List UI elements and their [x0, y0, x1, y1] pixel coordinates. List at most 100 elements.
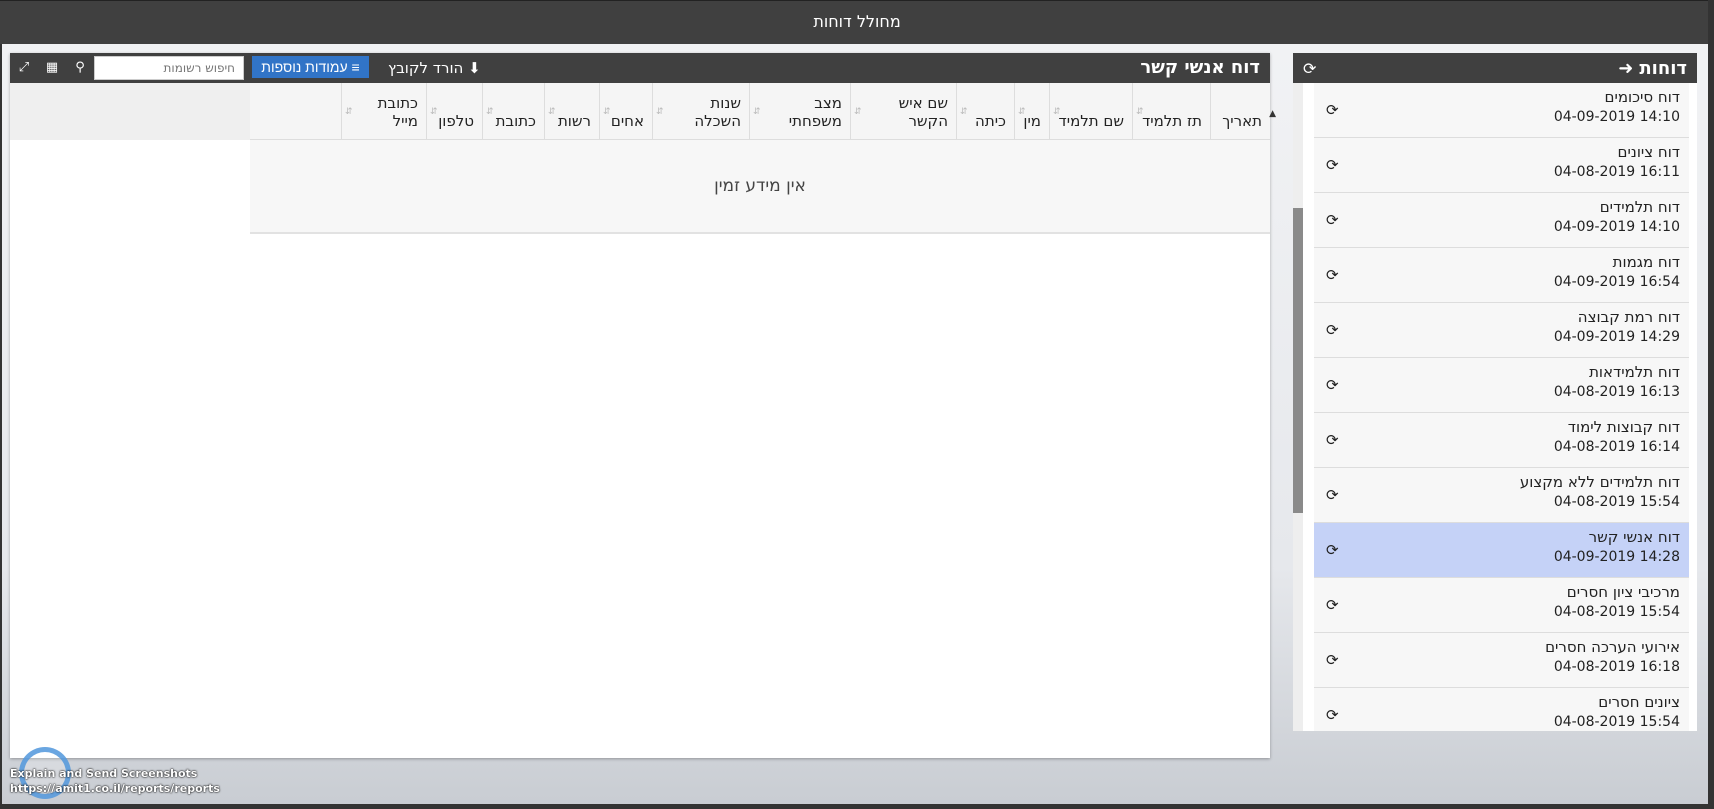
refresh-icon[interactable]: ⟳	[1303, 59, 1316, 78]
report-date: 14:10 04-09-2019	[1553, 109, 1680, 125]
report-name: דוח תלמידאות	[1589, 363, 1680, 381]
refresh-icon[interactable]: ⟳	[1326, 596, 1339, 614]
reports-sidebar: דוחות ➜ ⟳ דוח סיכומים 14:10 04-09-2019 ⟳ דו…	[1293, 53, 1697, 731]
report-date: 15:54 04-08-2019	[1553, 494, 1680, 510]
report-date: 14:29 04-09-2019	[1553, 329, 1680, 345]
search-icon[interactable]: ⚲	[66, 53, 94, 83]
refresh-icon[interactable]: ⟳	[1326, 101, 1339, 119]
empty-state: אין מידע זמין	[250, 140, 1270, 234]
refresh-icon[interactable]: ⟳	[1326, 211, 1339, 229]
window-edge	[0, 44, 2, 809]
column-header-label: מצב משפחתי	[788, 94, 842, 130]
column-header-label: כיתה	[975, 112, 1006, 130]
arrow-right-icon: ➜	[1618, 57, 1634, 79]
column-header[interactable]: טלפון ⇵	[426, 83, 482, 139]
sort-icon: ⇵	[960, 107, 968, 117]
column-header[interactable]: כתובת מייל ⇵	[341, 83, 426, 139]
reports-list: דוח סיכומים 14:10 04-09-2019 ⟳ דוח ציונים 16…	[1314, 83, 1689, 731]
sidebar-header: דוחות ➜ ⟳	[1293, 53, 1697, 83]
column-header-label: תאריך	[1222, 112, 1262, 130]
sort-icon: ⇵	[854, 107, 862, 117]
sort-icon: ⇵	[1136, 107, 1144, 117]
column-header[interactable]: שם תלמיד ⇵	[1049, 83, 1132, 139]
column-header[interactable]: מצב משפחתי ⇵	[749, 83, 850, 139]
report-list-item[interactable]: דוח תלמידאות 16:13 04-08-2019 ⟳	[1314, 358, 1689, 413]
sort-icon: ⇵	[548, 107, 556, 117]
grid-icon[interactable]: ▦	[38, 53, 66, 83]
download-icon: ⬇	[468, 59, 481, 77]
report-list-item[interactable]: דוח מגמות 16:54 04-09-2019 ⟳	[1314, 248, 1689, 303]
report-list-item[interactable]: דוח אנשי קשר 14:28 04-09-2019 ⟳	[1314, 523, 1689, 578]
download-label: הורד לקובץ	[388, 59, 464, 77]
column-header[interactable]: כתובת ⇵	[482, 83, 544, 139]
sort-icon: ⇵	[345, 107, 353, 117]
column-header[interactable]: שנות השכלה ⇵	[652, 83, 749, 139]
refresh-icon[interactable]: ⟳	[1326, 541, 1339, 559]
report-panel: דוח אנשי קשר ⬇ הורד לקובץ ≡ עמודות נוספו…	[10, 53, 1276, 758]
column-header[interactable]: כיתה ⇵	[956, 83, 1014, 139]
report-date: 15:54 04-08-2019	[1553, 714, 1680, 730]
column-header[interactable]: מין ⇵	[1014, 83, 1049, 139]
report-name: ציונים חסרים	[1598, 693, 1680, 711]
sort-icon: ⇵	[656, 107, 664, 117]
column-header-label: שנות השכלה	[694, 94, 741, 130]
report-list-item[interactable]: דוח תלמידים 14:10 04-09-2019 ⟳	[1314, 193, 1689, 248]
refresh-icon[interactable]: ⟳	[1326, 376, 1339, 394]
refresh-icon[interactable]: ⟳	[1326, 266, 1339, 284]
report-date: 16:13 04-08-2019	[1553, 384, 1680, 400]
column-header-label: שם תלמיד	[1058, 112, 1124, 130]
refresh-icon[interactable]: ⟳	[1326, 486, 1339, 504]
column-header[interactable]: רשות ⇵	[544, 83, 599, 139]
screenshot-tool-url: https://amit1.co.il/reports/reports	[10, 782, 220, 795]
refresh-icon[interactable]: ⟳	[1326, 706, 1339, 724]
empty-state-text: אין מידע זמין	[714, 176, 806, 196]
report-list-item[interactable]: אירועי הערכה חסרים 16:18 04-08-2019 ⟳	[1314, 633, 1689, 688]
sort-icon: ⇵	[486, 107, 494, 117]
column-header-label: מין	[1023, 112, 1041, 130]
report-date: 16:14 04-08-2019	[1553, 439, 1680, 455]
report-name: דוח סיכומים	[1604, 88, 1680, 106]
sidebar-scrollbar-thumb[interactable]	[1293, 208, 1303, 513]
sidebar-title[interactable]: דוחות ➜	[1618, 58, 1687, 79]
report-toolbar: דוח אנשי קשר ⬇ הורד לקובץ ≡ עמודות נוספו…	[10, 53, 1270, 83]
refresh-icon[interactable]: ⟳	[1326, 651, 1339, 669]
more-columns-button[interactable]: ≡ עמודות נוספות	[252, 56, 369, 78]
sidebar-scrollbar[interactable]	[1293, 83, 1303, 731]
column-header[interactable]: שם איש הקשר ⇵	[850, 83, 956, 139]
column-header-label: תז תלמיד	[1142, 112, 1202, 130]
report-list-item[interactable]: מרכיבי ציון חסרים 15:54 04-08-2019 ⟳	[1314, 578, 1689, 633]
report-list-item[interactable]: דוח סיכומים 14:10 04-09-2019 ⟳	[1314, 83, 1689, 138]
app-title-bar: מחולל דוחות	[0, 0, 1714, 44]
report-list-item[interactable]: דוח רמת קבוצה 14:29 04-09-2019 ⟳	[1314, 303, 1689, 358]
window-edge	[0, 804, 1714, 809]
refresh-icon[interactable]: ⟳	[1326, 321, 1339, 339]
report-date: 16:18 04-08-2019	[1553, 659, 1680, 675]
window-edge	[1708, 0, 1714, 809]
report-table: תאריך ▲ תז תלמיד ⇵ שם תלמיד ⇵ מין ⇵ כיתה ⇵ שם איש …	[250, 83, 1276, 234]
report-list-item[interactable]: דוח קבוצות לימוד 16:14 04-08-2019 ⟳	[1314, 413, 1689, 468]
column-header-label: אחים	[610, 112, 644, 130]
report-date: 16:11 04-08-2019	[1553, 164, 1680, 180]
report-name: דוח תלמידים ללא מקצוע	[1519, 473, 1680, 491]
table-filler	[10, 83, 250, 140]
menu-icon: ≡	[351, 59, 360, 75]
search-input[interactable]	[94, 56, 244, 80]
refresh-icon[interactable]: ⟳	[1326, 156, 1339, 174]
report-date: 16:54 04-09-2019	[1553, 274, 1680, 290]
report-list-item[interactable]: ציונים חסרים 15:54 04-08-2019 ⟳	[1314, 688, 1689, 731]
report-list-item[interactable]: דוח תלמידים ללא מקצוע 15:54 04-08-2019 ⟳	[1314, 468, 1689, 523]
report-name: דוח אנשי קשר	[1588, 528, 1680, 546]
screenshot-tool-title: Explain and Send Screenshots	[10, 767, 198, 780]
sidebar-title-text: דוחות	[1639, 57, 1687, 79]
more-columns-label: עמודות נוספות	[261, 59, 348, 75]
expand-icon[interactable]: ⤢	[10, 53, 38, 83]
download-button[interactable]: ⬇ הורד לקובץ	[388, 59, 481, 77]
column-header[interactable]: תאריך ▲	[1210, 83, 1276, 139]
screenshot-tool-label[interactable]: Explain and Send Screenshots https://ami…	[10, 766, 220, 796]
refresh-icon[interactable]: ⟳	[1326, 431, 1339, 449]
column-header[interactable]: תז תלמיד ⇵	[1132, 83, 1210, 139]
column-header[interactable]: אחים ⇵	[599, 83, 652, 139]
report-name: דוח קבוצות לימוד	[1567, 418, 1680, 436]
report-list-item[interactable]: דוח ציונים 16:11 04-08-2019 ⟳	[1314, 138, 1689, 193]
sort-icon: ⇵	[1018, 107, 1026, 117]
